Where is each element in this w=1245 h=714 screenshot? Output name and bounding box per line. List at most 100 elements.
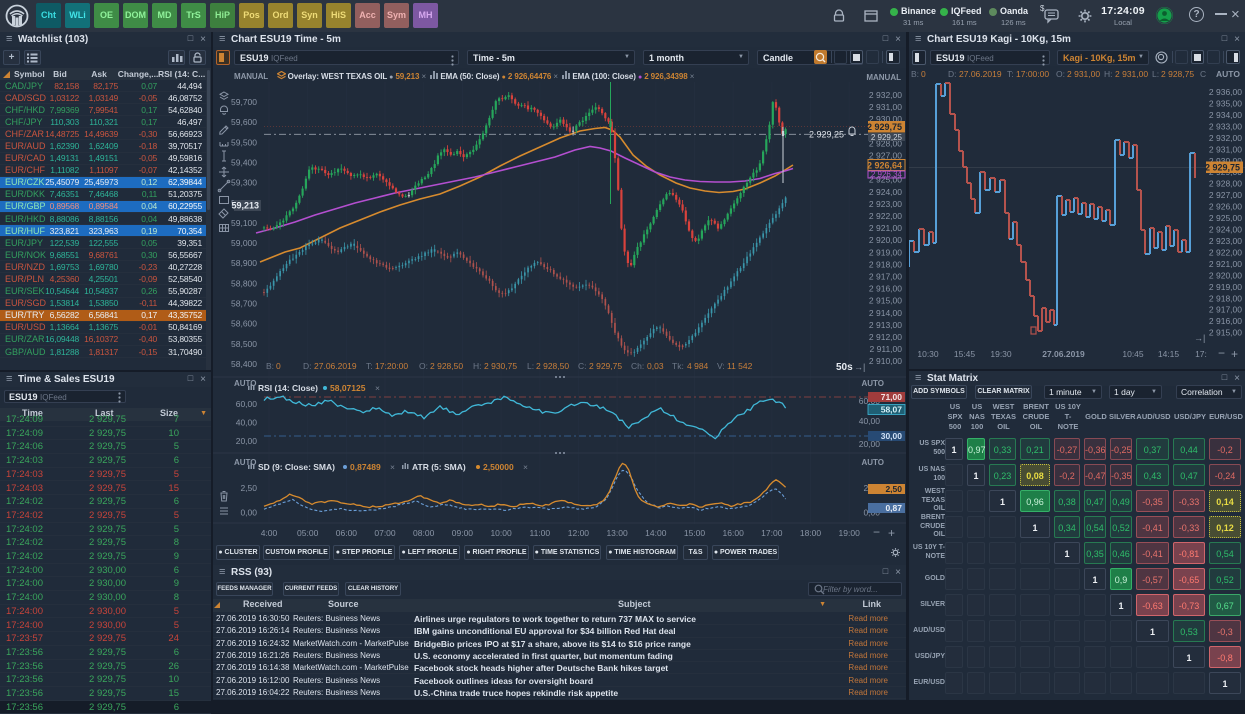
svg-text:+: + xyxy=(888,526,895,540)
svg-text:0: 0 xyxy=(921,69,926,79)
svg-text:17:00: 17:00 xyxy=(761,528,783,538)
svg-text:0,03: 0,03 xyxy=(647,361,664,371)
svg-text:2 916,00: 2 916,00 xyxy=(1209,316,1242,326)
svg-text:2 911,00: 2 911,00 xyxy=(870,344,903,354)
svg-text:11 542: 11 542 xyxy=(727,361,753,371)
svg-text:18:00: 18:00 xyxy=(800,528,822,538)
svg-text:0,87: 0,87 xyxy=(885,503,902,513)
svg-text:2 932,00: 2 932,00 xyxy=(869,90,902,100)
svg-text:2 936,00: 2 936,00 xyxy=(1209,87,1242,97)
svg-text:2 929,75: 2 929,75 xyxy=(589,361,622,371)
svg-text:0,87489: 0,87489 xyxy=(350,462,381,472)
svg-text:2 916,00: 2 916,00 xyxy=(869,284,902,294)
svg-text:2 931,00: 2 931,00 xyxy=(1209,144,1242,154)
svg-text:2 925,00: 2 925,00 xyxy=(1209,213,1242,223)
svg-text:2 930,75: 2 930,75 xyxy=(484,361,517,371)
svg-text:2 923,00: 2 923,00 xyxy=(869,199,902,209)
svg-text:58,500: 58,500 xyxy=(231,339,257,349)
svg-text:2 913,00: 2 913,00 xyxy=(869,320,902,330)
svg-text:2 910,00: 2 910,00 xyxy=(869,356,902,366)
svg-text:2 932,00: 2 932,00 xyxy=(1209,133,1242,143)
svg-text:H:: H: xyxy=(473,361,482,371)
svg-text:2 921,00: 2 921,00 xyxy=(1209,259,1242,269)
svg-text:2 917,00: 2 917,00 xyxy=(1209,305,1242,315)
svg-text:17:00:00: 17:00:00 xyxy=(1016,69,1049,79)
svg-text:2 921,00: 2 921,00 xyxy=(869,223,902,233)
svg-text:14:15: 14:15 xyxy=(1158,349,1180,359)
svg-text:2 924,00: 2 924,00 xyxy=(869,187,902,197)
svg-text:2 918,00: 2 918,00 xyxy=(1209,293,1242,303)
svg-text:B:: B: xyxy=(911,69,919,79)
svg-text:−: − xyxy=(1218,346,1225,360)
svg-text:2 918,00: 2 918,00 xyxy=(869,259,902,269)
svg-text:2 920,00: 2 920,00 xyxy=(1209,270,1242,280)
svg-text:4:00: 4:00 xyxy=(261,528,278,538)
svg-text:10:30: 10:30 xyxy=(917,349,939,359)
svg-text:2 920,00: 2 920,00 xyxy=(869,235,902,245)
svg-text:58,07: 58,07 xyxy=(881,405,903,415)
svg-text:2 922,00: 2 922,00 xyxy=(1209,247,1242,257)
svg-text:40,00: 40,00 xyxy=(859,416,881,426)
svg-text:2 931,00: 2 931,00 xyxy=(869,102,902,112)
svg-text:08:00: 08:00 xyxy=(413,528,435,538)
svg-text:AUTO: AUTO xyxy=(1216,69,1240,79)
svg-text:2,50: 2,50 xyxy=(885,484,902,494)
svg-text:2 931,00: 2 931,00 xyxy=(1115,69,1148,79)
svg-text:C:: C: xyxy=(578,361,587,371)
svg-text:→|: →| xyxy=(1194,333,1205,343)
svg-text:58,600: 58,600 xyxy=(231,319,257,329)
svg-text:60,00: 60,00 xyxy=(236,399,258,409)
svg-text:17:20:00: 17:20:00 xyxy=(375,361,408,371)
svg-text:SD (9: Close: SMA): SD (9: Close: SMA) xyxy=(258,462,335,472)
svg-text:Ch:: Ch: xyxy=(631,361,644,371)
svg-text:07:00: 07:00 xyxy=(374,528,396,538)
svg-text:19:00: 19:00 xyxy=(839,528,861,538)
svg-text:10:00: 10:00 xyxy=(490,528,512,538)
svg-text:2 912,00: 2 912,00 xyxy=(869,332,902,342)
svg-text:2 914,00: 2 914,00 xyxy=(869,308,902,318)
svg-text:→|: →| xyxy=(854,362,865,372)
svg-text:59,000: 59,000 xyxy=(231,238,257,248)
svg-text:2 928,00: 2 928,00 xyxy=(1209,179,1242,189)
svg-text:4 984: 4 984 xyxy=(687,361,709,371)
svg-text:D:: D: xyxy=(948,69,957,79)
svg-text:20,00: 20,00 xyxy=(236,436,258,446)
svg-text:2 929,75: 2 929,75 xyxy=(867,122,902,132)
svg-text:0,00: 0,00 xyxy=(240,508,257,518)
svg-text:2 919,00: 2 919,00 xyxy=(1209,282,1242,292)
svg-text:2,50000: 2,50000 xyxy=(483,462,514,472)
svg-text:13:00: 13:00 xyxy=(606,528,628,538)
svg-text:B:: B: xyxy=(266,361,274,371)
svg-text:27.06.2019: 27.06.2019 xyxy=(959,69,1002,79)
svg-text:58,400: 58,400 xyxy=(231,359,257,369)
svg-text:2 928,50: 2 928,50 xyxy=(430,361,463,371)
svg-text:Tk:: Tk: xyxy=(672,361,684,371)
svg-text:59,213: 59,213 xyxy=(231,201,259,211)
svg-text:−: − xyxy=(873,525,880,539)
svg-text:2 919,00: 2 919,00 xyxy=(869,247,902,257)
svg-text:15:00: 15:00 xyxy=(684,528,706,538)
svg-text:×: × xyxy=(523,462,528,472)
svg-text:T:: T: xyxy=(1007,69,1014,79)
svg-text:+: + xyxy=(1231,347,1238,361)
svg-text:2 935,00: 2 935,00 xyxy=(1209,99,1242,109)
svg-text:2 928,75: 2 928,75 xyxy=(1161,69,1194,79)
svg-text:2 934,00: 2 934,00 xyxy=(1209,110,1242,120)
svg-text:2 924,00: 2 924,00 xyxy=(1209,225,1242,235)
svg-text:O:: O: xyxy=(1056,69,1065,79)
svg-text:2 933,00: 2 933,00 xyxy=(1209,121,1242,131)
svg-text:2 928,50: 2 928,50 xyxy=(536,361,569,371)
svg-text:06:00: 06:00 xyxy=(336,528,358,538)
svg-text:AUTO: AUTO xyxy=(861,379,884,388)
svg-text:59,400: 59,400 xyxy=(231,157,257,167)
svg-text:×: × xyxy=(375,383,380,393)
svg-text:50s: 50s xyxy=(836,362,853,373)
svg-text:2 931,00: 2 931,00 xyxy=(1067,69,1100,79)
svg-text:V:: V: xyxy=(717,361,725,371)
svg-text:H:: H: xyxy=(1104,69,1113,79)
svg-text:2 929,25: 2 929,25 xyxy=(871,133,903,142)
svg-text:59,100: 59,100 xyxy=(231,218,257,228)
svg-text:58,07125: 58,07125 xyxy=(330,383,366,393)
svg-text:2 922,00: 2 922,00 xyxy=(869,211,902,221)
svg-text:AUTO: AUTO xyxy=(861,458,884,467)
